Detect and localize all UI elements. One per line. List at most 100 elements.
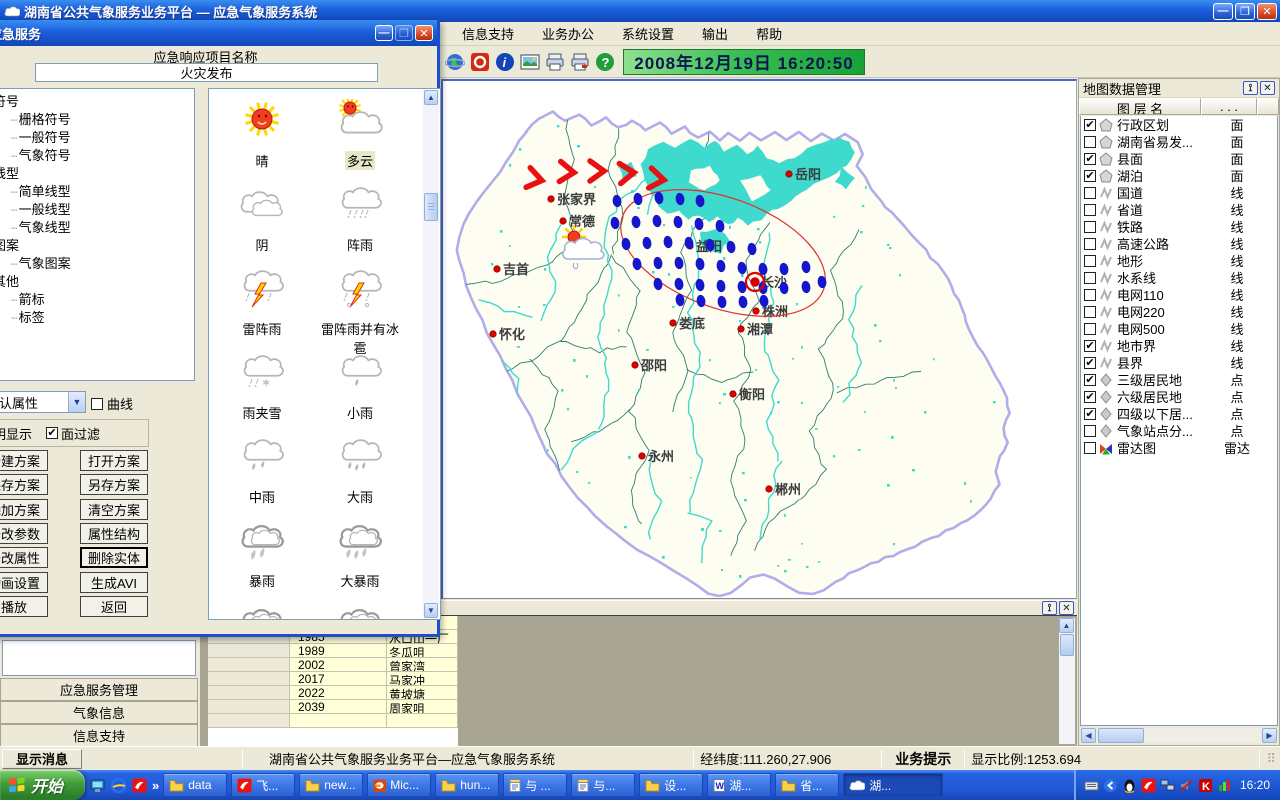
- layer-checkbox[interactable]: ✔: [1084, 357, 1096, 369]
- left-list-box[interactable]: [2, 640, 196, 676]
- layer-checkbox[interactable]: [1084, 442, 1096, 454]
- tree-item-0[interactable]: 符号: [0, 91, 194, 109]
- taskbar-task-8[interactable]: W湖...: [707, 773, 771, 797]
- panel-pin-icon[interactable]: ⟟: [1243, 81, 1258, 95]
- face-filter-checkbox-box[interactable]: ✔: [46, 427, 58, 439]
- dialog-button-left-1[interactable]: 保存方案: [0, 474, 48, 495]
- menu-item-3[interactable]: 输出: [688, 21, 742, 46]
- taskbar-task-1[interactable]: 飞...: [231, 773, 295, 797]
- layer-checkbox[interactable]: ✔: [1084, 391, 1096, 403]
- weather-symbol-阵雨[interactable]: 阵雨: [315, 183, 405, 254]
- dialog-button-left-6[interactable]: 播放: [0, 596, 48, 617]
- layer-more-header[interactable]: . . .: [1201, 98, 1257, 115]
- layer-row-0[interactable]: ✔行政区划面: [1081, 116, 1277, 133]
- layer-checkbox[interactable]: [1084, 289, 1096, 301]
- layer-checkbox[interactable]: [1084, 323, 1096, 335]
- menu-item-0[interactable]: 信息支持: [448, 21, 528, 46]
- sidebar-item-0[interactable]: 应急服务管理: [0, 678, 198, 701]
- tree-item-4[interactable]: 线型: [0, 163, 194, 181]
- dialog-close-button[interactable]: ✕: [415, 25, 433, 41]
- network-icon[interactable]: [1160, 777, 1176, 793]
- symbol-vscrollbar[interactable]: ▲ ▼: [423, 90, 439, 618]
- layer-row-18[interactable]: 气象站点分...点: [1081, 422, 1277, 439]
- layer-row-17[interactable]: ✔四级以下居...点: [1081, 405, 1277, 422]
- layer-row-19[interactable]: 雷达图雷达: [1081, 439, 1277, 456]
- curve-checkbox[interactable]: 曲线: [91, 394, 133, 413]
- dialog-button-right-5[interactable]: 生成AVI: [80, 572, 148, 593]
- tree-item-10[interactable]: 其他: [0, 271, 194, 289]
- minimize-button[interactable]: —: [1213, 3, 1233, 20]
- image-icon[interactable]: [519, 51, 541, 73]
- layer-row-12[interactable]: 电网500线: [1081, 320, 1277, 337]
- dialog-button-right-4[interactable]: 删除实体: [80, 547, 148, 568]
- table-row-4[interactable]: 2017马家冲: [208, 672, 458, 686]
- help-icon[interactable]: ?: [594, 51, 616, 73]
- qq-icon[interactable]: [1122, 777, 1138, 793]
- sidebar-item-2[interactable]: 信息支持: [0, 724, 198, 747]
- layer-checkbox[interactable]: ✔: [1084, 153, 1096, 165]
- sidebar-item-1[interactable]: 气象信息: [0, 701, 198, 724]
- layer-checkbox[interactable]: [1084, 187, 1096, 199]
- layer-row-9[interactable]: 水系线线: [1081, 269, 1277, 286]
- globe-icon[interactable]: [444, 51, 466, 73]
- show-message-button[interactable]: 显示消息: [2, 749, 82, 769]
- weather-symbol-多云[interactable]: 多云: [315, 99, 405, 170]
- layer-row-5[interactable]: 省道线: [1081, 201, 1277, 218]
- layer-checkbox[interactable]: [1084, 221, 1096, 233]
- back-icon[interactable]: [1103, 777, 1119, 793]
- scroll-left-icon[interactable]: ◀: [1081, 728, 1096, 743]
- chevron-more-icon[interactable]: »: [152, 778, 159, 793]
- layer-row-3[interactable]: ✔湖泊面: [1081, 167, 1277, 184]
- dialog-button-right-3[interactable]: 属性结构: [80, 523, 148, 544]
- layer-checkbox[interactable]: [1084, 255, 1096, 267]
- keyboard-icon[interactable]: [1084, 777, 1100, 793]
- scroll-up-icon[interactable]: ▲: [424, 90, 438, 105]
- layer-row-2[interactable]: ✔县面面: [1081, 150, 1277, 167]
- tree-item-12[interactable]: 标签: [0, 307, 194, 325]
- desktop-icon[interactable]: [89, 777, 106, 794]
- mute-icon[interactable]: [1179, 777, 1195, 793]
- taskbar-task-3[interactable]: Mic...: [367, 773, 431, 797]
- dialog-button-right-1[interactable]: 另存方案: [80, 474, 148, 495]
- chart-icon[interactable]: [1217, 777, 1233, 793]
- layer-checkbox[interactable]: [1084, 204, 1096, 216]
- dialog-button-left-4[interactable]: 修改属性: [0, 547, 48, 568]
- taskbar-task-6[interactable]: 与...: [571, 773, 635, 797]
- taskbar-task-5[interactable]: 与 ...: [503, 773, 567, 797]
- layer-checkbox[interactable]: [1084, 272, 1096, 284]
- scroll-up-icon[interactable]: ▲: [1059, 618, 1074, 633]
- symbol-tree[interactable]: 符号栅格符号一般符号气象符号线型简单线型一般线型气象线型图案气象图案其他箭标标签: [0, 88, 195, 381]
- tree-item-2[interactable]: 一般符号: [0, 127, 194, 145]
- tree-item-1[interactable]: 栅格符号: [0, 109, 194, 127]
- hunan-map[interactable]: 岳阳张家界常德益阳长沙吉首娄底株洲湘潭怀化邵阳衡阳永州郴州: [443, 81, 1075, 597]
- project-name-input[interactable]: [35, 63, 378, 82]
- tree-item-9[interactable]: 气象图案: [0, 253, 194, 271]
- layer-row-10[interactable]: 电网110线: [1081, 286, 1277, 303]
- scroll-down-icon[interactable]: ▼: [424, 603, 438, 618]
- fetion-icon[interactable]: [131, 777, 148, 794]
- layer-row-13[interactable]: ✔地市界线: [1081, 337, 1277, 354]
- weather-symbol-阴[interactable]: 阴: [217, 183, 307, 254]
- layer-table-header[interactable]: 图 层 名 . . .: [1079, 98, 1279, 115]
- layer-name-header[interactable]: 图 层 名: [1079, 98, 1201, 115]
- taskbar-task-7[interactable]: 设...: [639, 773, 703, 797]
- dialog-button-right-2[interactable]: 清空方案: [80, 499, 148, 520]
- weather-symbol-晴[interactable]: 晴: [217, 99, 307, 170]
- map-panel[interactable]: 岳阳张家界常德益阳长沙吉首娄底株洲湘潭怀化邵阳衡阳永州郴州: [441, 79, 1077, 599]
- tree-item-5[interactable]: 简单线型: [0, 181, 194, 199]
- layer-row-1[interactable]: 湖南省易发...面: [1081, 133, 1277, 150]
- tree-item-3[interactable]: 气象符号: [0, 145, 194, 163]
- taskbar-task-2[interactable]: new...: [299, 773, 363, 797]
- weather-symbol-大暴雨[interactable]: 大暴雨: [315, 519, 405, 590]
- print2-icon[interactable]: [569, 51, 591, 73]
- table-row-7[interactable]: [208, 714, 458, 728]
- resize-grip[interactable]: ⠿: [1266, 751, 1277, 767]
- layer-row-14[interactable]: ✔县界线: [1081, 354, 1277, 371]
- table-row-2[interactable]: 1989冬瓜咀: [208, 644, 458, 658]
- fetion-icon[interactable]: [1141, 777, 1157, 793]
- default-attr-dropdown[interactable]: 修改默认属性 ▼: [0, 391, 86, 413]
- dialog-minimize-button[interactable]: —: [375, 25, 393, 41]
- restore-button[interactable]: ❐: [1235, 3, 1255, 20]
- taskbar-task-4[interactable]: hun...: [435, 773, 499, 797]
- dock-vscrollbar[interactable]: ▲: [1059, 618, 1075, 744]
